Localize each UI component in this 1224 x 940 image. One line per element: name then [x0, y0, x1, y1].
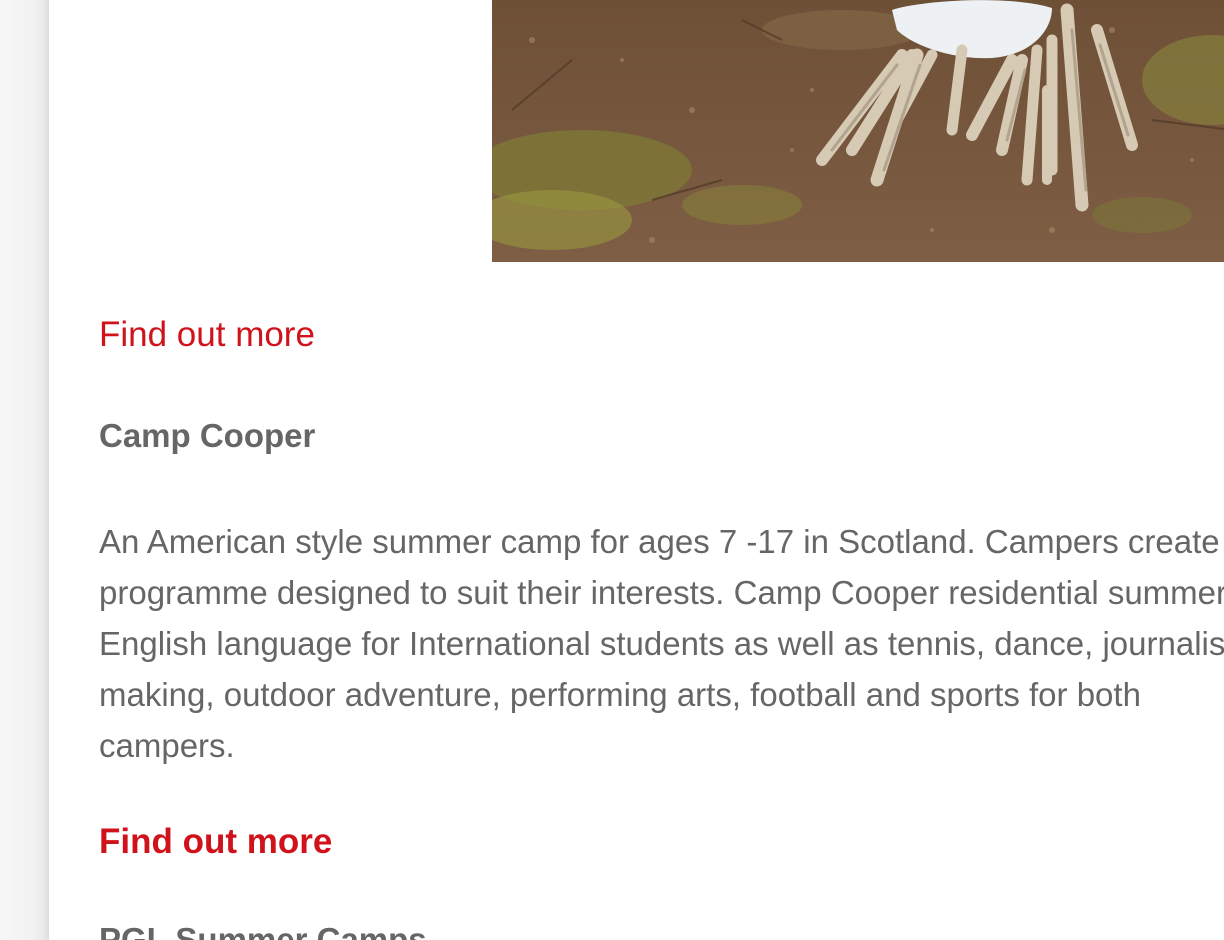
page: Find out more Camp Cooper An American st… [0, 0, 1224, 940]
campfire-sticks-photo-icon [492, 0, 1224, 262]
campfire-photo [492, 0, 1224, 262]
pgl-summer-camps-heading: PGL Summer Camps [99, 921, 427, 940]
description-line: making, outdoor adventure, performing ar… [99, 676, 1141, 713]
description-line: English language for International stude… [99, 625, 1224, 662]
camp-cooper-heading: Camp Cooper [99, 417, 316, 454]
camp-cooper-description: An American style summer camp for ages 7… [99, 516, 1224, 771]
description-line: campers. [99, 727, 235, 764]
camp-cooper-find-out-more-link[interactable]: Find out more [99, 822, 332, 862]
left-gutter [0, 0, 49, 940]
description-line: An American style summer camp for ages 7… [99, 523, 1220, 560]
description-line: programme designed to suit their interes… [99, 574, 1224, 611]
find-out-more-link[interactable]: Find out more [99, 315, 315, 355]
main-content: Find out more Camp Cooper An American st… [49, 0, 1224, 940]
